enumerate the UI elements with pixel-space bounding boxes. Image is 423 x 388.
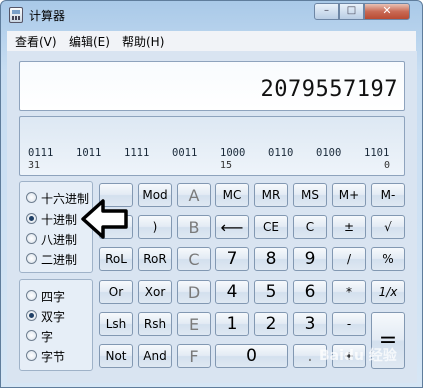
ms-button[interactable]: MS: [293, 183, 327, 207]
digit-4-button[interactable]: 4: [215, 280, 249, 304]
mc-button[interactable]: MC: [215, 183, 249, 207]
m-minus-button[interactable]: M-: [371, 183, 405, 207]
digit-3-button[interactable]: 3: [293, 312, 327, 336]
and-button[interactable]: And: [138, 344, 172, 368]
ror-button[interactable]: RoR: [138, 247, 172, 271]
radio-button[interactable]: [26, 192, 37, 203]
digit-5-button[interactable]: 5: [254, 280, 288, 304]
menu-bar: 查看(V) 编辑(E) 帮助(H): [7, 31, 416, 52]
not-button[interactable]: Not: [99, 344, 133, 368]
hex-e-button[interactable]: E: [177, 312, 211, 336]
or-button[interactable]: Or: [99, 280, 133, 304]
multiply-button[interactable]: *: [332, 280, 366, 304]
calculator-window: 计算器 – □ ✕ 查看(V) 编辑(E) 帮助(H) 2079557197 0…: [0, 0, 423, 388]
bit-panel: 0111 1011 1111 0011 1000 0110 0100 1101 …: [19, 116, 405, 176]
digit-2-button[interactable]: 2: [254, 312, 288, 336]
title-bar[interactable]: 计算器 – □ ✕: [1, 1, 422, 29]
watermark: Baidu 经验: [319, 348, 397, 364]
right-paren-button[interactable]: ): [138, 215, 172, 239]
percent-button[interactable]: %: [371, 247, 405, 271]
word-size-group: 四字 双字 字 字节: [19, 279, 93, 371]
ce-button[interactable]: CE: [254, 215, 288, 239]
maximize-button[interactable]: □: [339, 3, 364, 20]
reciprocal-button[interactable]: 1/x: [371, 280, 405, 304]
hex-a-button[interactable]: A: [177, 183, 211, 207]
backspace-button[interactable]: ⟵: [215, 215, 249, 239]
bit-group: 0110: [268, 147, 294, 159]
digit-8-button[interactable]: 8: [254, 247, 288, 271]
result-display: 2079557197: [19, 61, 405, 111]
digit-9-button[interactable]: 9: [293, 247, 327, 271]
rol-button[interactable]: RoL: [99, 247, 133, 271]
bit-group: 0100: [316, 147, 342, 159]
close-button[interactable]: ✕: [364, 3, 410, 20]
window-title: 计算器: [29, 9, 66, 23]
hex-f-button[interactable]: F: [177, 344, 211, 368]
radio-button-selected[interactable]: [26, 310, 37, 321]
xor-button[interactable]: Xor: [138, 280, 172, 304]
menu-help[interactable]: 帮助(H): [122, 33, 164, 50]
menu-view[interactable]: 查看(V): [15, 33, 57, 50]
digit-7-button[interactable]: 7: [215, 247, 249, 271]
radio-button-selected[interactable]: [26, 213, 37, 224]
radio-button[interactable]: [26, 330, 37, 341]
bit-group: 1011: [76, 147, 102, 159]
sqrt-button[interactable]: √: [371, 215, 405, 239]
bit-label: 0: [384, 160, 391, 171]
pointer-arrow-annotation-icon: [81, 199, 128, 239]
bit-group: 1111: [124, 147, 150, 159]
hex-c-button[interactable]: C: [177, 247, 211, 271]
bit-group: 0011: [172, 147, 198, 159]
bit-group: 0111: [28, 147, 54, 159]
hex-d-button[interactable]: D: [177, 280, 211, 304]
digit-6-button[interactable]: 6: [293, 280, 327, 304]
digit-0-button[interactable]: 0: [215, 344, 288, 368]
bit-label: 15: [220, 160, 233, 171]
hex-b-button[interactable]: B: [177, 215, 211, 239]
minus-button[interactable]: -: [332, 312, 366, 336]
mod-button[interactable]: Mod: [138, 183, 172, 207]
bit-group: 1101: [364, 147, 390, 159]
m-plus-button[interactable]: M+: [332, 183, 366, 207]
calculator-icon: [9, 7, 23, 23]
radio-button[interactable]: [26, 350, 37, 361]
mr-button[interactable]: MR: [254, 183, 288, 207]
display-value: 2079557197: [260, 77, 398, 102]
clear-button[interactable]: C: [293, 215, 327, 239]
minimize-button[interactable]: –: [314, 3, 339, 20]
radio-button[interactable]: [26, 233, 37, 244]
radio-button[interactable]: [26, 290, 37, 301]
divide-button[interactable]: /: [332, 247, 366, 271]
menu-edit[interactable]: 编辑(E): [69, 33, 110, 50]
plus-minus-button[interactable]: ±: [332, 215, 366, 239]
bit-label: 31: [28, 160, 41, 171]
digit-1-button[interactable]: 1: [215, 312, 249, 336]
lsh-button[interactable]: Lsh: [99, 312, 133, 336]
radio-button[interactable]: [26, 253, 37, 264]
rsh-button[interactable]: Rsh: [138, 312, 172, 336]
bit-group: 1000: [220, 147, 246, 159]
